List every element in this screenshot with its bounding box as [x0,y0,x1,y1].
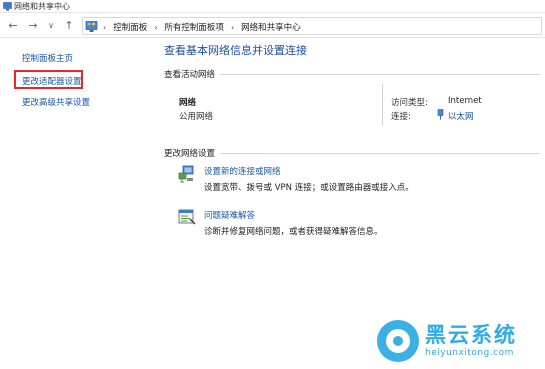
troubleshoot-icon [178,209,196,225]
troubleshoot-link[interactable]: 问题疑难解答 [204,209,255,221]
breadcrumb: › 控制面板 › 所有控制面板项 › 网络和共享中心 [103,21,301,34]
breadcrumb-all-items[interactable]: 所有控制面板项 [164,21,224,33]
access-type-value: Internet [448,96,482,106]
change-settings-heading: 更改网络设置 [164,149,216,159]
breadcrumb-control-panel[interactable]: 控制面板 [113,21,147,33]
troubleshoot-description: 诊断并修复网络问题，或者获得疑难解答信息。 [204,227,383,237]
sidebar-item-advanced-sharing[interactable]: 更改高级共享设置 [22,96,90,108]
network-name: 网络 [179,98,197,108]
setup-new-connection-link[interactable]: 设置新的连接或网络 [204,165,281,177]
up-button[interactable]: ↑ [62,19,76,33]
back-button[interactable]: ← [6,19,20,33]
watermark-logo-icon [377,320,419,362]
window-title: 网络和共享中心 [14,2,70,11]
ethernet-connection-link[interactable]: 以太网 [448,110,474,122]
breadcrumb-separator: › [154,22,158,32]
page-title: 查看基本网络信息并设置连接 [164,44,307,57]
forward-button[interactable]: → [26,19,40,33]
access-type-label: 访问类型: [391,98,428,108]
breadcrumb-network-center[interactable]: 网络和共享中心 [241,21,301,33]
watermark-text: 黑云系统 [425,323,517,347]
setup-new-connection-description: 设置宽带、拨号或 VPN 连接；或设置路由器或接入点。 [204,183,414,193]
section-divider [220,153,540,154]
watermark-url: heiyunxitong.com [425,348,514,358]
breadcrumb-separator: › [103,22,107,32]
breadcrumb-separator: › [230,22,235,32]
control-panel-icon [85,21,98,32]
sidebar: 控制面板主页 更改适配器设置 更改高级共享设置 [0,39,158,369]
navigation-bar: ← → ∨ ↑ › 控制面板 › 所有控制面板项 › 网络和共享中心 [0,14,545,38]
active-networks-heading: 查看活动网络 [164,70,216,80]
sidebar-item-change-adapter-settings[interactable]: 更改适配器设置 [22,75,82,87]
vertical-divider [382,84,383,126]
connection-label: 连接: [391,112,411,122]
network-center-icon [3,2,12,11]
network-setup-icon [178,165,194,183]
sidebar-item-control-panel-home[interactable]: 控制面板主页 [22,52,73,64]
section-divider [220,74,540,75]
ethernet-icon [437,109,444,120]
watermark: 黑云系统 heiyunxitong.com [375,317,535,365]
recent-locations-button[interactable]: ∨ [44,19,58,33]
network-type: 公用网络 [179,112,214,122]
title-bar: 网络和共享中心 [0,0,545,13]
address-bar[interactable]: › 控制面板 › 所有控制面板项 › 网络和共享中心 [82,17,542,35]
